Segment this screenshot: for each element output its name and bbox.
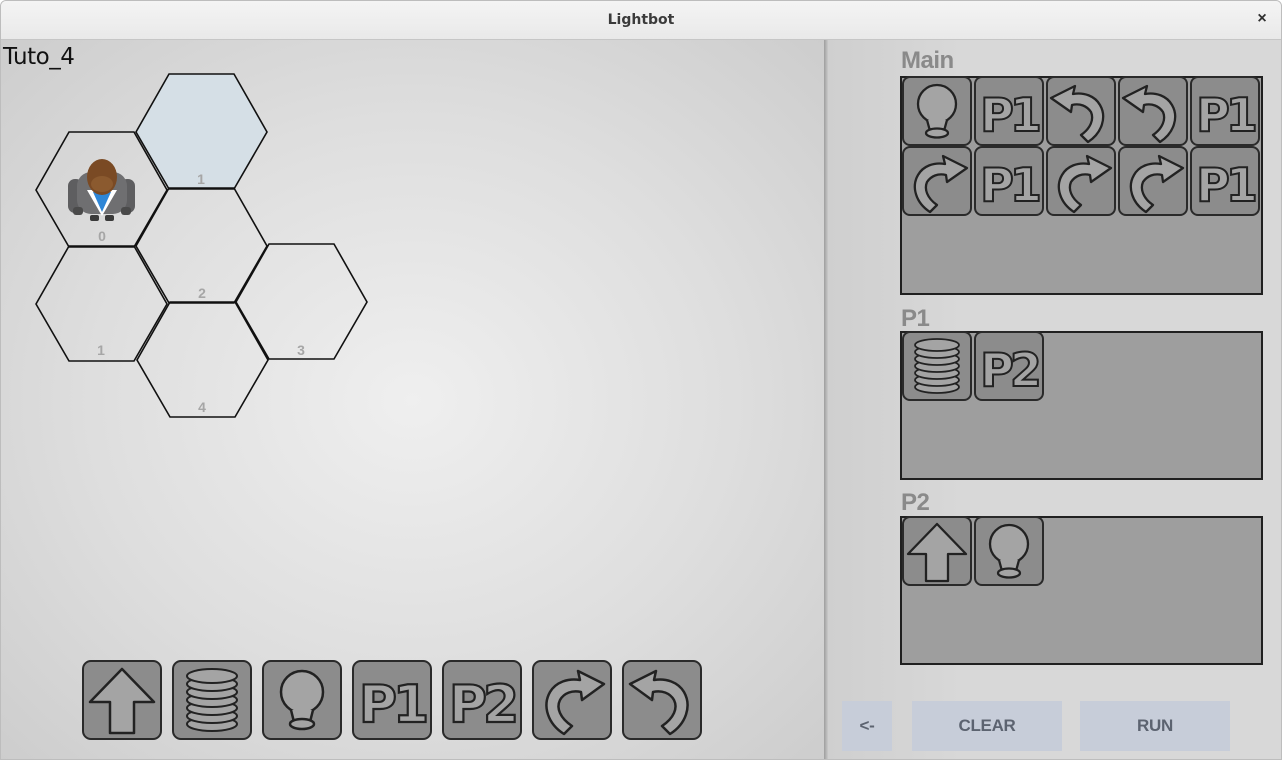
cell-height-label: 1: [97, 342, 105, 358]
hex-cell-right[interactable]: 3: [235, 243, 368, 360]
app-window: Lightbot × Tuto_4 1 0 2 1 3 4 P1 P2 Main…: [0, 0, 1282, 760]
p1-icon: P1: [979, 87, 1042, 143]
command-tile-light[interactable]: [974, 516, 1044, 586]
toolbar-p2-button[interactable]: P2: [442, 660, 522, 740]
command-tile-p1[interactable]: P1: [974, 76, 1044, 146]
command-tile-forward[interactable]: [902, 516, 972, 586]
toolbar-turn-left-button[interactable]: [622, 660, 702, 740]
cell-height-label: 3: [297, 342, 305, 358]
lightbulb-icon: [279, 669, 325, 731]
close-icon[interactable]: ×: [1253, 10, 1271, 28]
lightbulb-icon: [988, 523, 1030, 579]
command-tile-turn-right[interactable]: [1118, 146, 1188, 216]
cell-height-label: 0: [98, 228, 106, 244]
cell-height-label: 2: [198, 285, 206, 301]
p1-icon: P1: [1195, 157, 1258, 213]
cell-height-label: 4: [198, 399, 206, 415]
program-panel: Main P1 P1 P1 P1 P1 P2 P2: [828, 40, 1281, 759]
turn-right-arrow-icon: [1129, 154, 1185, 214]
title-bar: Lightbot ×: [1, 1, 1281, 40]
robot-icon: [68, 159, 135, 221]
turn-right-arrow-icon: [1057, 154, 1113, 214]
main-procedure[interactable]: P1 P1 P1 P1: [900, 76, 1263, 295]
turn-right-arrow-icon: [545, 669, 606, 736]
p1-icon: P1: [358, 674, 430, 736]
turn-left-arrow-icon: [1049, 84, 1105, 144]
svg-text:P1: P1: [980, 158, 1039, 212]
p2-label: P2: [901, 489, 930, 516]
command-tile-turn-left[interactable]: [1046, 76, 1116, 146]
command-tile-p1[interactable]: P1: [974, 146, 1044, 216]
command-tile-p1[interactable]: P1: [1190, 76, 1260, 146]
toolbar-p1-button[interactable]: P1: [352, 660, 432, 740]
hex-cell-left[interactable]: 1: [35, 245, 168, 362]
p1-icon: P1: [979, 157, 1042, 213]
p1-label: P1: [901, 305, 930, 332]
jump-coil-icon: [914, 338, 960, 394]
jump-coil-icon: [186, 668, 238, 732]
clear-button[interactable]: CLEAR: [912, 701, 1062, 751]
svg-text:P1: P1: [1196, 158, 1255, 212]
toolbar-jump-button[interactable]: [172, 660, 252, 740]
svg-text:P1: P1: [980, 88, 1039, 142]
command-tile-jump[interactable]: [902, 331, 972, 401]
command-tile-light[interactable]: [902, 76, 972, 146]
forward-arrow-icon: [88, 667, 156, 735]
p2-procedure[interactable]: [900, 516, 1263, 665]
run-button[interactable]: RUN: [1080, 701, 1230, 751]
command-tile-p2[interactable]: P2: [974, 331, 1044, 401]
toolbar-forward-button[interactable]: [82, 660, 162, 740]
main-label: Main: [901, 47, 954, 74]
p2-icon: P2: [448, 674, 520, 736]
toolbar-light-button[interactable]: [262, 660, 342, 740]
command-tile-turn-left[interactable]: [1118, 76, 1188, 146]
command-tile-p1[interactable]: P1: [1190, 146, 1260, 216]
game-board: Tuto_4 1 0 2 1 3 4 P1 P2: [1, 40, 824, 759]
p1-icon: P1: [1195, 87, 1258, 143]
toolbar-turn-right-button[interactable]: [532, 660, 612, 740]
svg-text:P2: P2: [980, 343, 1039, 397]
hex-cell-bottom[interactable]: 4: [136, 301, 269, 418]
turn-right-arrow-icon: [913, 154, 969, 214]
lightbulb-icon: [916, 83, 958, 139]
command-tile-turn-right[interactable]: [1046, 146, 1116, 216]
window-title: Lightbot: [607, 12, 675, 28]
back-button[interactable]: <-: [842, 701, 892, 751]
turn-left-arrow-icon: [628, 669, 689, 736]
p1-procedure[interactable]: P2: [900, 331, 1263, 480]
cell-height-label: 1: [197, 171, 205, 187]
turn-left-arrow-icon: [1121, 84, 1177, 144]
forward-arrow-icon: [906, 522, 968, 583]
hex-cell-top[interactable]: 1: [135, 73, 268, 190]
p2-icon: P2: [979, 342, 1042, 398]
svg-text:P1: P1: [1196, 88, 1255, 142]
hex-grid: 1 0 2 1 3 4: [35, 73, 368, 418]
svg-text:P1: P1: [359, 675, 426, 735]
hex-cell-center[interactable]: 2: [135, 187, 268, 304]
command-tile-turn-right[interactable]: [902, 146, 972, 216]
svg-text:P2: P2: [449, 675, 515, 735]
